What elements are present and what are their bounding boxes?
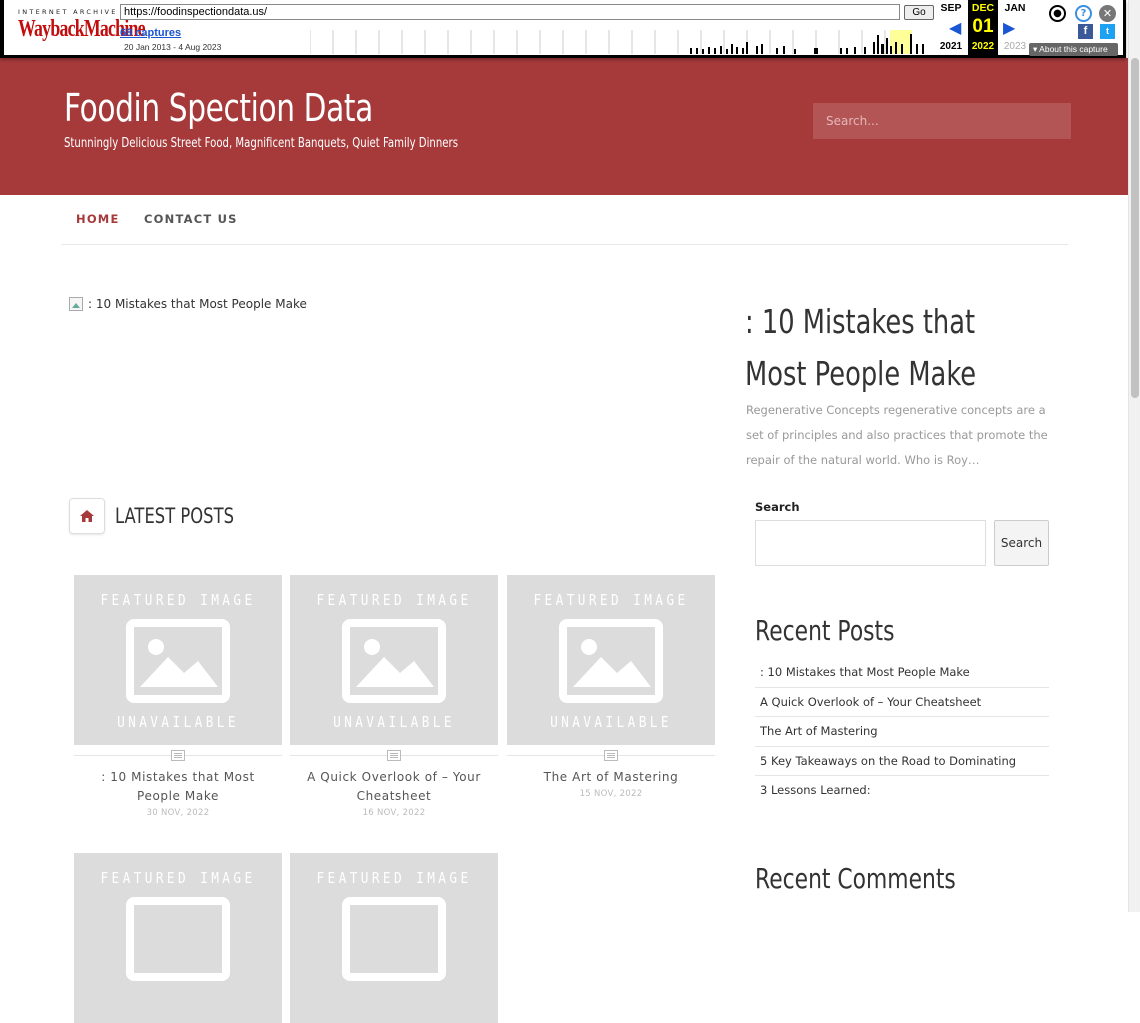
wayback-current-day: 01 [972,16,994,37]
broken-image-icon [69,297,83,311]
featured-image-placeholder[interactable]: FEATURED IMAGE [74,853,282,1023]
recent-post-link[interactable]: The Art of Mastering [755,717,1049,747]
wayback-logo[interactable]: INTERNET ARCHIVE WaybackMachine [18,8,146,46]
image-placeholder-icon [559,619,663,703]
post-card-date: 16 NOV, 2022 [362,808,426,818]
user-icon[interactable]: ● [1049,5,1066,22]
wayback-toolbar: INTERNET ARCHIVE WaybackMachine https://… [0,0,1126,58]
recent-post-link[interactable]: A Quick Overlook of – Your Cheatsheet [755,688,1049,717]
image-placeholder-icon [126,619,230,703]
wayback-prev-year[interactable]: 2021 [936,41,966,52]
close-icon[interactable]: ✕ [1099,5,1116,22]
wayback-prev-month[interactable]: SEP [936,2,966,14]
main-nav: HOME CONTACT US [61,195,1068,245]
post-format-icon [387,750,401,761]
help-icon[interactable]: ? [1075,5,1092,22]
sidebar-search-label: Search [755,500,800,514]
post-card-title[interactable]: The Art of Mastering [507,766,715,787]
site-header: Foodin Spection Data Stunningly Deliciou… [0,58,1128,195]
placeholder-text-top: FEATURED IMAGE [533,591,689,609]
image-placeholder-icon [342,897,446,981]
wayback-sparkline[interactable] [310,30,930,54]
wayback-next-year: 2023 [1003,41,1027,52]
wayback-date-range: 20 Jan 2013 - 4 Aug 2023 [124,42,222,52]
placeholder-text-bottom: UNAVAILABLE [333,713,455,731]
wayback-current-year: 2022 [971,41,995,52]
featured-post-title[interactable]: : 10 Mistakes that Most People Make [745,296,995,400]
featured-image-placeholder[interactable]: FEATURED IMAGE UNAVAILABLE [507,575,715,745]
placeholder-text-top: FEATURED IMAGE [316,869,472,887]
post-card-title[interactable]: : 10 Mistakes that Most People Make [74,766,282,806]
nav-item-home[interactable]: HOME [76,212,120,226]
wayback-captures-link[interactable]: 68 captures [120,27,181,39]
post-card[interactable]: FEATURED IMAGE [74,853,282,1023]
site-tagline: Stunningly Delicious Street Food, Magnif… [64,136,458,151]
wayback-go-button[interactable]: Go [904,5,934,20]
recent-post-link[interactable]: : 10 Mistakes that Most People Make [755,658,1049,688]
post-card[interactable]: FEATURED IMAGE UNAVAILABLE : 10 Mistakes… [74,575,282,818]
post-card[interactable]: FEATURED IMAGE [290,853,498,1023]
wayback-next-month[interactable]: JAN [1000,2,1030,14]
placeholder-text-top: FEATURED IMAGE [100,591,256,609]
recent-posts-list: : 10 Mistakes that Most People Make A Qu… [755,658,1049,806]
wayback-prev-arrow-icon[interactable]: ◀ [949,18,961,37]
twitter-icon[interactable]: t [1100,24,1115,39]
home-icon [69,498,105,534]
post-format-divider [507,746,715,766]
featured-image-alt: : 10 Mistakes that Most People Make [88,297,307,311]
sidebar-search-input[interactable] [755,520,986,566]
featured-post-excerpt: Regenerative Concepts regenerative conce… [746,403,1048,467]
featured-image-placeholder[interactable]: FEATURED IMAGE UNAVAILABLE [290,575,498,745]
featured-image-placeholder[interactable]: FEATURED IMAGE [290,853,498,1023]
post-card-date: 15 NOV, 2022 [579,789,643,799]
post-format-divider [290,746,498,766]
facebook-icon[interactable]: f [1078,24,1093,39]
scrollbar-thumb[interactable] [1131,58,1139,398]
nav-item-contact-us[interactable]: CONTACT US [144,212,238,226]
header-search-input[interactable]: Search... [813,103,1071,139]
wayback-logo-top: INTERNET ARCHIVE [18,8,118,16]
placeholder-text-top: FEATURED IMAGE [100,869,256,887]
latest-posts-heading: LATEST POSTS [69,498,268,534]
about-capture-button[interactable]: ▾ About this capture [1029,43,1118,56]
placeholder-text-bottom: UNAVAILABLE [550,713,672,731]
recent-post-link[interactable]: 5 Key Takeaways on the Road to Dominatin… [755,747,1049,776]
post-format-icon [171,750,185,761]
sidebar-search-button[interactable]: Search [994,520,1049,566]
post-format-divider [74,746,282,766]
page-scrollbar[interactable] [1128,0,1140,912]
placeholder-text-bottom: UNAVAILABLE [117,713,239,731]
placeholder-text-top: FEATURED IMAGE [316,591,472,609]
wayback-url-input[interactable]: https://foodinspectiondata.us/ [120,4,900,20]
wayback-logo-main: WaybackMachine [18,16,146,42]
post-format-icon [604,750,618,761]
image-placeholder-icon [342,619,446,703]
wayback-next-arrow-icon[interactable]: ▶ [1003,18,1015,37]
site-title[interactable]: Foodin Spection Data [64,86,373,130]
latest-posts-label: LATEST POSTS [115,504,234,528]
recent-posts-title: Recent Posts [755,614,895,647]
recent-post-link[interactable]: 3 Lessons Learned: [755,776,1049,806]
post-card[interactable]: FEATURED IMAGE UNAVAILABLE A Quick Overl… [290,575,498,818]
image-placeholder-icon [126,897,230,981]
featured-image-placeholder[interactable]: FEATURED IMAGE UNAVAILABLE [74,575,282,745]
post-card-title[interactable]: A Quick Overlook of – Your Cheatsheet [290,766,498,806]
featured-image[interactable]: : 10 Mistakes that Most People Make [69,297,307,311]
post-card-date: 30 NOV, 2022 [146,808,210,818]
recent-comments-title: Recent Comments [755,862,956,895]
post-card[interactable]: FEATURED IMAGE UNAVAILABLE The Art of Ma… [507,575,715,799]
